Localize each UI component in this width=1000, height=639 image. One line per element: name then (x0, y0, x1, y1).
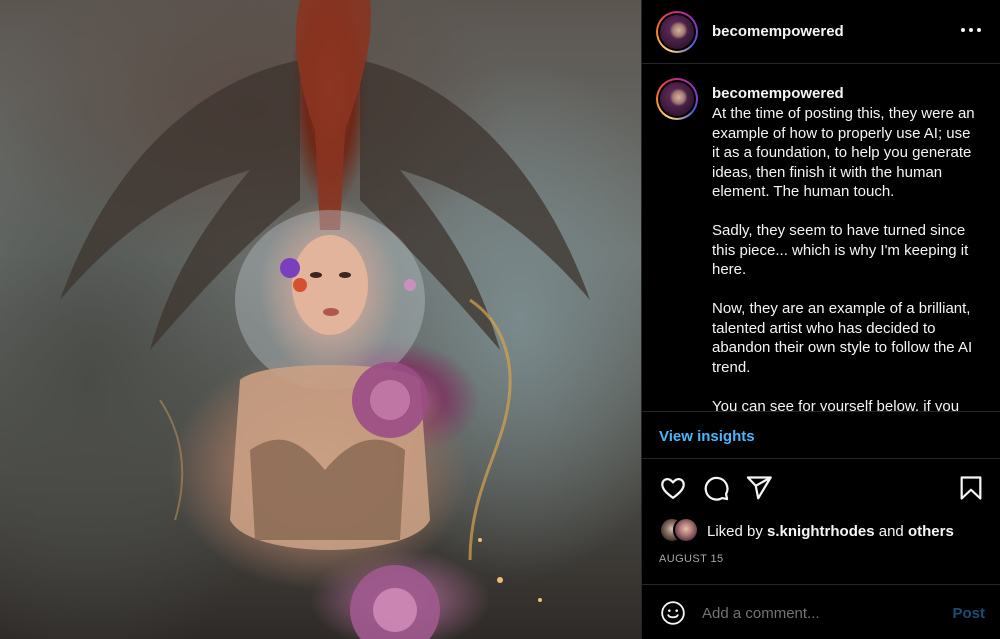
author-username[interactable]: becomempowered (712, 23, 844, 40)
likes-prefix: Liked by (707, 523, 768, 540)
author-avatar[interactable] (656, 11, 698, 53)
liker-username-link[interactable]: s.knightrhodes (767, 523, 875, 540)
artwork-illustration (60, 0, 590, 639)
likes-text: Liked by s.knightrhodes and others (707, 523, 954, 540)
post-date[interactable]: AUGUST 15 (659, 553, 724, 565)
caption-author-avatar[interactable] (656, 78, 698, 120)
likes-summary: Liked by s.knightrhodes and others (659, 517, 989, 545)
caption-text: At the time of posting this, they were a… (712, 105, 975, 411)
emoji-icon[interactable] (660, 600, 686, 626)
likes-conjunction: and (874, 523, 908, 540)
likes-others-link[interactable]: others (908, 523, 954, 540)
post-header: becomempowered (642, 0, 1000, 64)
liker-avatar[interactable] (673, 517, 699, 543)
comment-icon[interactable] (702, 474, 730, 502)
bookmark-icon[interactable] (957, 474, 985, 502)
post-image[interactable] (0, 0, 641, 639)
caption-section: becomempowered At the time of posting th… (642, 64, 1000, 411)
comment-input[interactable] (702, 602, 932, 624)
post-details-panel: becomempowered becomempowered At the tim… (641, 0, 1000, 639)
send-icon[interactable] (745, 474, 773, 502)
caption-author-username[interactable]: becomempowered (712, 85, 844, 102)
heart-icon[interactable] (659, 474, 687, 502)
insights-row: View insights (642, 411, 1000, 459)
view-insights-link[interactable]: View insights (659, 428, 755, 445)
post-comment-button[interactable]: Post (952, 605, 985, 622)
more-horizontal-icon[interactable] (961, 20, 981, 40)
action-bar (642, 470, 1000, 506)
comment-bar: Post (642, 584, 1000, 639)
